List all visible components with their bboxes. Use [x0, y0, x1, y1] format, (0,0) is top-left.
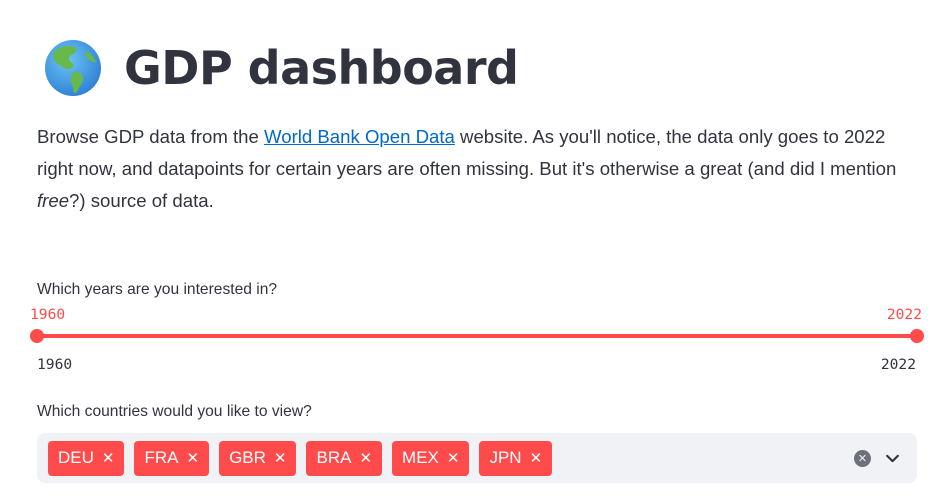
year-slider-label: Which years are you interested in? [37, 281, 278, 298]
clear-circle-icon[interactable]: ✕ [854, 450, 871, 467]
page-title: GDP dashboard [124, 41, 519, 95]
country-chip: MEX ✕ [392, 440, 470, 476]
remove-chip-icon[interactable]: ✕ [186, 451, 199, 466]
intro-paragraph: Browse GDP data from the World Bank Open… [37, 121, 917, 217]
remove-chip-icon[interactable]: ✕ [530, 451, 543, 466]
chip-label: FRA [144, 448, 179, 467]
slider-max-thumb[interactable] [910, 329, 924, 343]
slider-range-max-label: 2022 [880, 356, 916, 373]
remove-chip-icon[interactable]: ✕ [447, 451, 460, 466]
slider-max-value: 2022 [886, 306, 922, 323]
globe-americas-icon [45, 40, 101, 96]
remove-chip-icon[interactable]: ✕ [274, 451, 287, 466]
page-header: GDP dashboard [44, 36, 519, 100]
remove-chip-icon[interactable]: ✕ [359, 451, 372, 466]
selected-country-chips: DEU ✕ FRA ✕ GBR ✕ BRA ✕ MEX ✕ JPN ✕ [48, 440, 553, 476]
country-chip: GBR ✕ [219, 440, 297, 476]
intro-italic-free: free [37, 190, 70, 211]
slider-min-thumb[interactable] [30, 329, 44, 343]
slider-min-value: 1960 [30, 306, 66, 323]
chip-label: BRA [316, 448, 352, 467]
remove-chip-icon[interactable]: ✕ [102, 451, 115, 466]
country-chip: DEU ✕ [48, 440, 125, 476]
slider-track[interactable] [37, 334, 917, 338]
chip-label: DEU [58, 448, 94, 467]
country-multiselect[interactable]: DEU ✕ FRA ✕ GBR ✕ BRA ✕ MEX ✕ JPN ✕ ✕ [37, 433, 917, 483]
intro-text-end: ?) source of data. [69, 190, 214, 211]
country-chip: JPN ✕ [479, 440, 553, 476]
chevron-down-icon[interactable] [884, 450, 901, 467]
country-chip: FRA ✕ [134, 440, 210, 476]
chip-label: JPN [489, 448, 522, 467]
chip-label: GBR [229, 448, 266, 467]
slider-range-min-label: 1960 [37, 356, 73, 373]
country-select-label: Which countries would you like to view? [37, 403, 312, 420]
country-chip: BRA ✕ [306, 440, 383, 476]
intro-text: Browse GDP data from the [37, 126, 265, 147]
world-bank-link[interactable]: World Bank Open Data [264, 126, 455, 147]
chip-label: MEX [402, 448, 439, 467]
